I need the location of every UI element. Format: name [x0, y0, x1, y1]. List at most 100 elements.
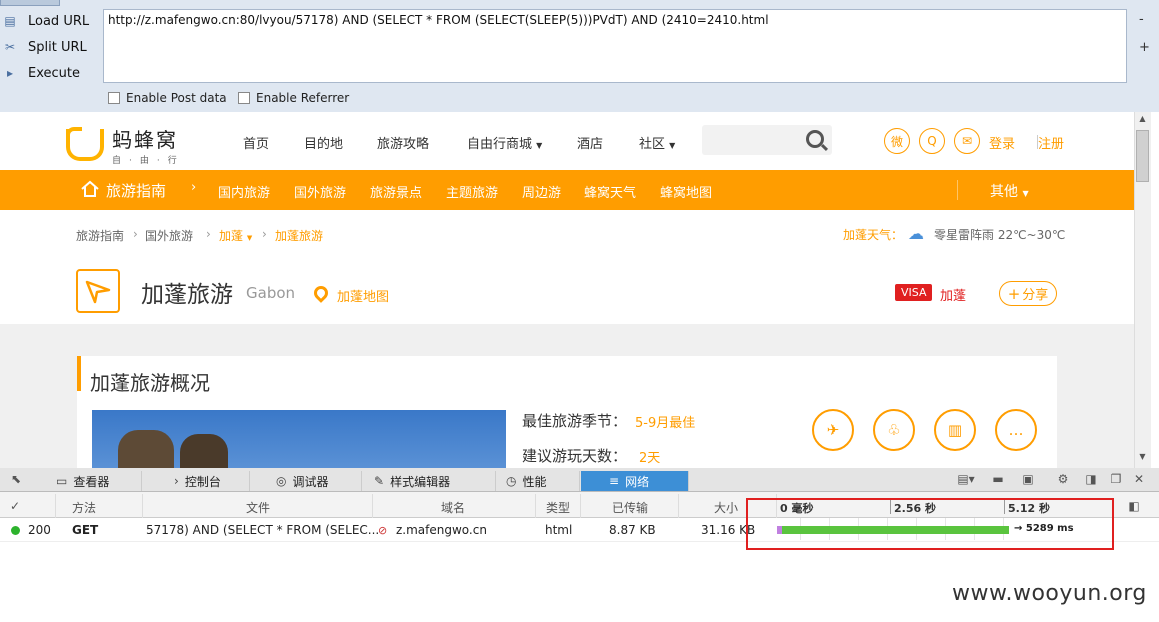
settings-gear-icon[interactable]: ⚙ — [1055, 472, 1071, 488]
tab-performance-label: 性能 — [522, 474, 547, 489]
split-url-label: Split URL — [28, 39, 87, 55]
col-method[interactable]: 方法 — [72, 499, 96, 516]
execute-button[interactable]: ▸ Execute — [2, 62, 100, 84]
tab-inspector[interactable]: ▭ 查看器 — [50, 471, 142, 491]
col-type[interactable]: 类型 — [546, 499, 570, 516]
load-icon: ▤ — [4, 14, 16, 28]
request-status: 200 — [28, 523, 51, 537]
weibo-icon[interactable]: 微 — [884, 128, 910, 154]
photo-statue — [118, 430, 174, 468]
tab-console[interactable]: › 控制台 — [168, 471, 250, 491]
expand-button[interactable]: + — [1139, 40, 1150, 55]
destination-map-link[interactable]: 加蓬地图 — [337, 286, 389, 305]
shrink-button[interactable]: - — [1139, 12, 1144, 27]
plane-icon[interactable]: ✈ — [812, 409, 854, 451]
scroll-thumb[interactable] — [1136, 130, 1149, 182]
breadcrumb-gabon[interactable]: 加蓬 ▼ — [219, 227, 252, 244]
execute-label: Execute — [28, 65, 80, 81]
col-status[interactable]: ✓ — [10, 499, 20, 513]
nav-hotel[interactable]: 酒店 — [577, 133, 603, 152]
col-size[interactable]: 大小 — [714, 499, 738, 516]
overview-title: 加蓬旅游概况 — [90, 371, 210, 395]
nav-destinations[interactable]: 目的地 — [304, 133, 343, 152]
page-title-en: Gabon — [246, 284, 296, 302]
guide-nav-themes[interactable]: 主题旅游 — [446, 182, 498, 201]
chevron-right-icon: › — [262, 227, 267, 241]
map-pin-icon — [311, 283, 331, 303]
search-icon[interactable] — [806, 130, 824, 148]
tab-inspector-label: 查看器 — [73, 474, 110, 489]
gauge-icon: ◷ — [506, 474, 517, 488]
login-link[interactable]: 登录 — [989, 133, 1015, 152]
weather-label[interactable]: 加蓬天气： — [843, 226, 903, 243]
enable-post-checkbox[interactable]: Enable Post data — [108, 91, 227, 105]
logo-subtitle: 自·由·行 — [112, 156, 185, 166]
enable-referrer-label: Enable Referrer — [256, 91, 350, 105]
responsive-icon[interactable]: ▬ — [990, 472, 1006, 488]
days-value: 2天 — [639, 451, 661, 466]
dock-side-icon[interactable]: ◨ — [1083, 472, 1099, 488]
breadcrumb-gabon-label: 加蓬 — [219, 229, 244, 243]
checkbox-box[interactable] — [238, 92, 250, 104]
request-file: 57178) AND (SELECT * FROM (SELEC... — [146, 523, 380, 537]
register-link[interactable]: 注册 — [1038, 133, 1064, 152]
guide-nav-domestic[interactable]: 国内旅游 — [218, 182, 270, 201]
tab-debugger[interactable]: ◎ 调试器 — [270, 471, 362, 491]
chat-icon[interactable]: … — [995, 409, 1037, 451]
close-icon[interactable]: ✕ — [1131, 472, 1147, 488]
url-textarea[interactable]: http://z.mafengwo.cn:80/lvyou/57178) AND… — [103, 9, 1127, 83]
tab-network[interactable]: ≡ 网络 — [581, 471, 689, 491]
pick-element-icon[interactable]: ⬉ — [8, 472, 24, 488]
watermark: www.wooyun.org — [952, 581, 1147, 606]
share-label: 分享 — [1022, 288, 1049, 303]
wechat-icon[interactable]: ✉ — [954, 128, 980, 154]
breadcrumb-guide[interactable]: 旅游指南 — [76, 227, 124, 244]
nav-home[interactable]: 首页 — [243, 133, 269, 152]
weather-text: 零星雷阵雨 22℃~30℃ — [934, 228, 1066, 242]
guide-nav-weather[interactable]: 蜂窝天气 — [584, 182, 636, 201]
tree-icon[interactable]: ♧ — [873, 409, 915, 451]
checkbox-box[interactable] — [108, 92, 120, 104]
guide-nav-other[interactable]: 其他 ▼ — [990, 181, 1029, 201]
scissors-icon: ✂ — [4, 40, 16, 54]
enable-referrer-checkbox[interactable]: Enable Referrer — [238, 91, 349, 105]
col-transferred[interactable]: 已传输 — [612, 499, 648, 516]
split-url-button[interactable]: ✂ Split URL — [2, 36, 100, 58]
guide-nav-map[interactable]: 蜂窝地图 — [660, 182, 712, 201]
nav-guides[interactable]: 旅游攻略 — [377, 133, 429, 152]
visa-badge[interactable]: VISA — [895, 284, 933, 301]
tab-performance[interactable]: ◷ 性能 — [500, 471, 580, 491]
logo-mark-icon — [66, 127, 104, 161]
guide-nav-abroad[interactable]: 国外旅游 — [294, 182, 346, 201]
scroll-down-arrow-icon[interactable]: ▼ — [1134, 452, 1151, 466]
site-logo[interactable]: 蚂蜂窝 自·由·行 — [66, 124, 185, 166]
qq-icon[interactable]: Q — [919, 128, 945, 154]
photo-statue — [180, 434, 228, 468]
nav-mall-label: 自由行商城 — [467, 137, 533, 152]
building-icon[interactable]: ▥ — [934, 409, 976, 451]
toggle-sidebar-icon[interactable]: ◧ — [1126, 499, 1142, 515]
guide-nav-spots[interactable]: 旅游景点 — [370, 182, 422, 201]
tab-style-editor[interactable]: ✎ 样式编辑器 — [368, 471, 496, 491]
col-file[interactable]: 文件 — [246, 499, 270, 516]
layout-dropdown-icon[interactable]: ▤▾ — [955, 472, 977, 488]
nav-mall[interactable]: 自由行商城 ▼ — [467, 133, 542, 152]
col-domain[interactable]: 域名 — [441, 499, 465, 516]
load-url-button[interactable]: ▤ Load URL — [2, 10, 100, 32]
visa-country-link[interactable]: 加蓬 — [940, 285, 966, 304]
guide-nav-bar: 旅游指南 › 国内旅游 国外旅游 旅游景点 主题旅游 周边游 蜂窝天气 蜂窝地图… — [0, 170, 1134, 210]
undock-icon[interactable]: ❐ — [1108, 472, 1124, 488]
request-type: html — [545, 523, 573, 537]
scroll-up-arrow-icon[interactable]: ▲ — [1134, 114, 1151, 128]
scratchpad-icon[interactable]: ▣ — [1020, 472, 1036, 488]
guide-nav-nearby[interactable]: 周边游 — [522, 182, 561, 201]
breadcrumb-abroad[interactable]: 国外旅游 — [145, 227, 193, 244]
nav-community[interactable]: 社区 ▼ — [639, 133, 675, 152]
enable-post-label: Enable Post data — [126, 91, 227, 105]
guide-home-link[interactable]: 旅游指南 — [106, 180, 166, 201]
card-accent — [77, 356, 81, 391]
hackbar-top-tab[interactable] — [0, 0, 60, 6]
tab-debugger-label: 调试器 — [292, 474, 329, 489]
guide-icon — [76, 269, 120, 313]
share-button[interactable]: + 分享 — [999, 281, 1057, 306]
